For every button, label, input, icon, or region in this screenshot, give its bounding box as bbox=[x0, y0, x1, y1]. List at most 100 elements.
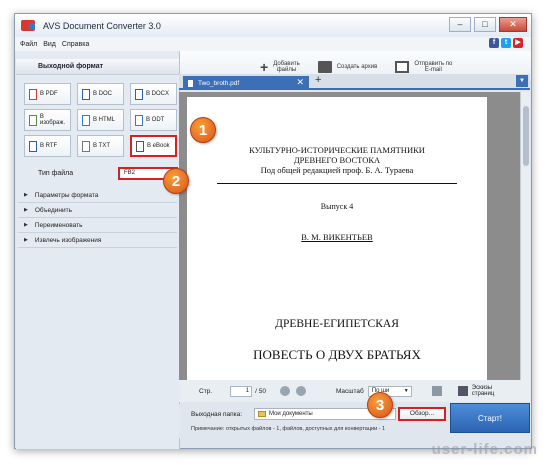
page-navigation: Стр. 1 / 50 Масштаб По ши Эскизы страниц bbox=[179, 380, 530, 402]
facebook-icon[interactable]: f bbox=[489, 38, 499, 48]
left-panel: Выходной формат В PDF В DOC В DOCX В изо… bbox=[16, 51, 180, 449]
format-docx-button[interactable]: В DOCX bbox=[130, 83, 177, 105]
bottom-panel: Выходная папка: Мои документы Обзор... С… bbox=[179, 403, 530, 438]
section-format-params-label: Параметры формата bbox=[34, 191, 99, 199]
document-viewer[interactable]: КУЛЬТУРНО-ИСТОРИЧЕСКИЕ ПАМЯТНИКИ ДРЕВНЕГ… bbox=[179, 92, 530, 380]
file-type-label: Тип файла bbox=[38, 170, 74, 177]
step-badge-3: 3 bbox=[367, 392, 393, 418]
rtf-icon bbox=[29, 140, 37, 152]
tab-document-label: Two_broth.pdf bbox=[198, 79, 240, 87]
expand-arrow-icon: ▶ bbox=[24, 192, 28, 198]
menu-help[interactable]: Справка bbox=[62, 41, 89, 48]
folder-icon bbox=[258, 411, 266, 417]
close-tab-icon[interactable]: ✕ bbox=[296, 77, 304, 88]
page-label: Стр. bbox=[199, 387, 213, 395]
zoom-label: Масштаб bbox=[335, 387, 364, 395]
format-grid: В PDF В DOC В DOCX В изображ. В HTML В O… bbox=[16, 75, 179, 157]
document-page: КУЛЬТУРНО-ИСТОРИЧЕСКИЕ ПАМЯТНИКИ ДРЕВНЕГ… bbox=[187, 97, 487, 380]
html-icon bbox=[82, 114, 90, 126]
format-html-button[interactable]: В HTML bbox=[77, 109, 124, 131]
section-merge-label: Объединить bbox=[34, 206, 72, 214]
section-extract-images-label: Извлечь изображения bbox=[34, 236, 102, 244]
step-badge-1: 1 bbox=[190, 117, 216, 143]
format-txt-button[interactable]: В TXT bbox=[77, 135, 124, 157]
format-pdf-button[interactable]: В PDF bbox=[24, 83, 71, 105]
send-email-label: Отправить по E-mail bbox=[414, 60, 453, 73]
format-docx-label: В DOCX bbox=[146, 91, 170, 97]
maximize-button[interactable]: □ bbox=[474, 17, 496, 32]
tab-document[interactable]: Two_broth.pdf ✕ bbox=[183, 76, 309, 90]
menu-view[interactable]: Вид bbox=[43, 41, 56, 48]
close-window-button[interactable]: ✕ bbox=[499, 17, 527, 32]
format-doc-button[interactable]: В DOC bbox=[77, 83, 124, 105]
format-ebook-label: В eBook bbox=[147, 143, 170, 149]
expand-arrow-icon: ▶ bbox=[24, 222, 28, 228]
add-files-label: Добавить файлы bbox=[273, 60, 300, 73]
format-rtf-label: В RTF bbox=[40, 143, 58, 149]
menu-bar: Файл Вид Справка bbox=[15, 37, 531, 51]
pdf-icon bbox=[29, 88, 37, 100]
page-number-input[interactable]: 1 bbox=[230, 385, 253, 397]
doc-icon bbox=[82, 88, 90, 100]
format-html-label: В HTML bbox=[93, 117, 116, 123]
create-archive-button[interactable]: Создать архив bbox=[317, 60, 378, 73]
section-rename[interactable]: ▶ Переименовать bbox=[18, 218, 177, 233]
create-archive-label: Создать архив bbox=[336, 63, 378, 70]
social-links: f t ▶ bbox=[489, 38, 523, 48]
app-window: AVS Document Converter 3.0 – □ ✕ Файл Ви… bbox=[14, 13, 532, 449]
envelope-icon bbox=[395, 60, 410, 73]
doc-title-2: ПОВЕСТЬ О ДВУХ БРАТЬЯХ bbox=[253, 347, 421, 362]
section-format-params[interactable]: ▶ Параметры формата bbox=[18, 188, 177, 203]
section-rename-label: Переименовать bbox=[34, 221, 83, 229]
format-rtf-button[interactable]: В RTF bbox=[24, 135, 71, 157]
docx-icon bbox=[135, 88, 143, 100]
tab-menu-icon[interactable]: ▼ bbox=[516, 75, 528, 87]
format-txt-label: В TXT bbox=[93, 143, 111, 149]
status-note: Примечание: открытых файлов - 1, файлов,… bbox=[191, 426, 386, 432]
thumbnails-label: Эскизы страниц bbox=[471, 385, 495, 397]
page-total: / 50 bbox=[255, 387, 266, 395]
thumbnails-icon[interactable] bbox=[457, 386, 468, 396]
plus-icon: + bbox=[260, 58, 269, 75]
doc-heading-line-1: КУЛЬТУРНО-ИСТОРИЧЕСКИЕ ПАМЯТНИКИ bbox=[249, 145, 425, 155]
youtube-icon[interactable]: ▶ bbox=[513, 38, 523, 48]
window-title: AVS Document Converter 3.0 bbox=[43, 20, 161, 31]
format-image-label: В изображ. bbox=[39, 114, 66, 126]
format-ebook-button[interactable]: В eBook bbox=[130, 135, 177, 157]
doc-title-1: ДРЕВНЕ-ЕГИПЕТСКАЯ bbox=[275, 318, 399, 330]
expand-arrow-icon: ▶ bbox=[24, 207, 28, 213]
pdf-file-icon bbox=[187, 78, 194, 88]
doc-editor-line: Под общей редакцией проф. Б. А. Тураева bbox=[260, 165, 414, 175]
image-icon bbox=[29, 114, 37, 126]
doc-author: В. М. ВИКЕНТЬЕВ bbox=[301, 232, 373, 242]
step-badge-2: 2 bbox=[163, 168, 189, 194]
twitter-icon[interactable]: t bbox=[501, 38, 511, 48]
format-pdf-label: В PDF bbox=[40, 91, 58, 97]
next-page-button[interactable] bbox=[295, 386, 306, 396]
add-tab-icon[interactable]: + bbox=[315, 74, 321, 86]
document-tabs: Two_broth.pdf ✕ + ▼ bbox=[179, 74, 530, 90]
send-email-button[interactable]: Отправить по E-mail bbox=[395, 60, 453, 73]
format-odt-label: В ODT bbox=[146, 117, 165, 123]
app-logo-icon bbox=[21, 20, 35, 31]
ebook-icon bbox=[136, 140, 144, 152]
print-icon[interactable] bbox=[431, 386, 442, 396]
scrollbar-thumb[interactable] bbox=[523, 106, 529, 166]
format-image-button[interactable]: В изображ. bbox=[24, 109, 71, 131]
viewer-scrollbar[interactable] bbox=[520, 92, 530, 380]
minimize-button[interactable]: – bbox=[449, 17, 471, 32]
output-folder-value: Мои документы bbox=[269, 411, 313, 417]
expand-arrow-icon: ▶ bbox=[24, 237, 28, 243]
doc-issue: Выпуск 4 bbox=[320, 202, 354, 211]
start-button[interactable]: Старт! bbox=[450, 403, 530, 433]
output-format-header: Выходной формат bbox=[16, 59, 179, 75]
section-merge[interactable]: ▶ Объединить bbox=[18, 203, 177, 218]
section-extract-images[interactable]: ▶ Извлечь изображения bbox=[18, 233, 177, 248]
prev-page-button[interactable] bbox=[279, 386, 290, 396]
add-files-button[interactable]: + Добавить файлы bbox=[260, 59, 300, 75]
txt-icon bbox=[82, 140, 90, 152]
format-odt-button[interactable]: В ODT bbox=[130, 109, 177, 131]
menu-file[interactable]: Файл bbox=[20, 41, 37, 48]
browse-button[interactable]: Обзор... bbox=[398, 407, 446, 421]
title-bar[interactable]: AVS Document Converter 3.0 – □ ✕ bbox=[15, 14, 531, 37]
